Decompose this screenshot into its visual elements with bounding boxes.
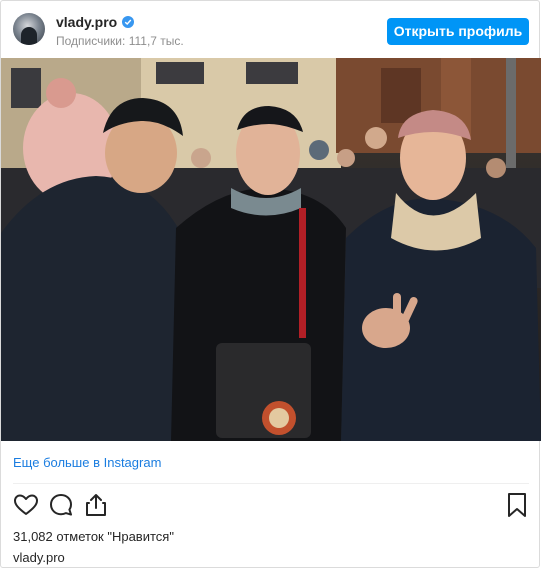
- share-icon[interactable]: [82, 491, 110, 519]
- open-profile-button[interactable]: Открыть профиль: [387, 18, 529, 45]
- verified-badge-icon: [122, 16, 135, 28]
- avatar[interactable]: [13, 13, 45, 45]
- instagram-embed-card: vlady.pro Подписчики: 111,7 тыс. Открыть…: [0, 0, 541, 568]
- username-label[interactable]: vlady.pro: [56, 14, 117, 30]
- followers-count: 111,7 тыс.: [128, 34, 184, 48]
- divider: [13, 483, 529, 484]
- likes-count: 31,082 отметок "Нравится": [13, 529, 174, 544]
- post-photo[interactable]: [1, 58, 541, 441]
- followers-label: Подписчики:: [56, 34, 126, 48]
- post-owner-username[interactable]: vlady.pro: [13, 550, 65, 565]
- post-actions: [1, 489, 541, 521]
- username-row[interactable]: vlady.pro: [56, 14, 135, 30]
- comment-icon[interactable]: [47, 491, 75, 519]
- photo-illustration: [1, 58, 541, 441]
- more-on-instagram-link[interactable]: Еще больше в Instagram: [13, 455, 161, 470]
- bookmark-icon[interactable]: [503, 491, 531, 519]
- post-header: vlady.pro Подписчики: 111,7 тыс. Открыть…: [1, 1, 541, 59]
- heart-icon[interactable]: [12, 491, 40, 519]
- followers-text: Подписчики: 111,7 тыс.: [56, 34, 184, 48]
